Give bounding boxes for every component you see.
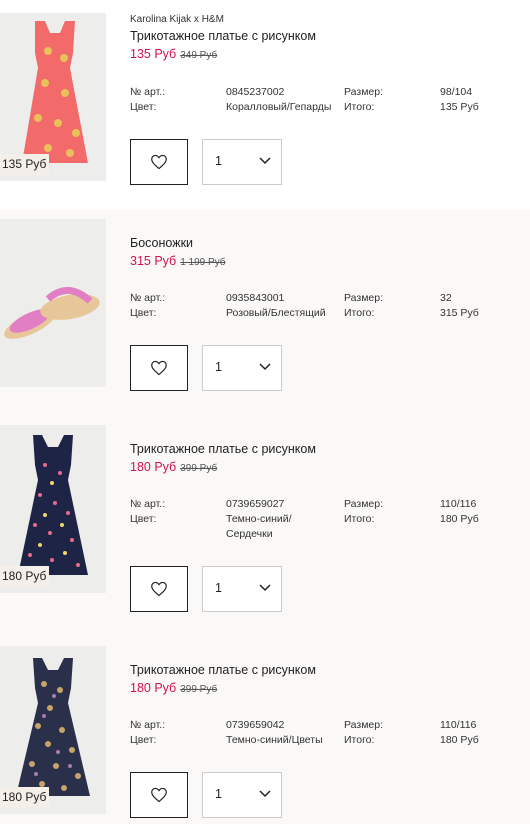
total-label: Итого: xyxy=(344,513,375,525)
size-label: Размер: xyxy=(344,498,384,510)
favorite-button[interactable] xyxy=(130,566,188,612)
article-label: № арт.: xyxy=(130,86,166,98)
quantity-value: 1 xyxy=(215,581,222,595)
brand-name: Karolina Kijak x H&M xyxy=(130,14,224,25)
quantity-select[interactable]: 1 xyxy=(202,772,282,818)
price-block: 135 Руб 349 Руб xyxy=(130,47,530,61)
cart-item: 180 Руб Трикотажное платье с рисунком 18… xyxy=(0,636,530,824)
old-price: 349 Руб xyxy=(180,50,218,61)
article-value: 0845237002 xyxy=(226,86,285,98)
size-value: 32 xyxy=(440,292,452,304)
sale-price: 315 Руб xyxy=(130,254,177,268)
color-label: Цвет: xyxy=(130,513,157,525)
old-price: 1 199 Руб xyxy=(180,257,226,268)
total-value: 180 Руб xyxy=(440,513,479,525)
heart-icon xyxy=(151,360,167,376)
price-block: 180 Руб 399 Руб xyxy=(130,681,530,695)
color-value-line2: Сердечки xyxy=(226,528,273,540)
sale-price: 180 Руб xyxy=(130,681,177,695)
chevron-down-icon xyxy=(259,157,271,165)
article-label: № арт.: xyxy=(130,498,166,510)
quantity-select[interactable]: 1 xyxy=(202,566,282,612)
color-value: Коралловый/Гепарды xyxy=(226,101,332,113)
sale-price: 135 Руб xyxy=(130,47,177,61)
total-label: Итого: xyxy=(344,734,375,746)
thumb-price-label: 135 Руб xyxy=(0,154,50,175)
article-value: 0739659042 xyxy=(226,719,285,731)
old-price: 399 Руб xyxy=(180,684,218,695)
thumb-price-label: 180 Руб xyxy=(0,566,50,587)
quantity-value: 1 xyxy=(215,154,222,168)
price-block: 180 Руб 399 Руб xyxy=(130,460,530,474)
favorite-button[interactable] xyxy=(130,139,188,185)
color-value: Розовый/Блестящий xyxy=(226,307,326,319)
heart-icon xyxy=(151,787,167,803)
color-label: Цвет: xyxy=(130,101,157,113)
color-value: Темно-синий/Цветы xyxy=(226,734,323,746)
old-price: 399 Руб xyxy=(180,463,218,474)
cart-item: Босоножки 315 Руб 1 199 Руб № арт.: Цвет:… xyxy=(0,210,530,416)
favorite-button[interactable] xyxy=(130,345,188,391)
price-block: 315 Руб 1 199 Руб xyxy=(130,254,530,268)
product-title[interactable]: Трикотажное платье с рисунком xyxy=(130,442,530,456)
color-label: Цвет: xyxy=(130,734,157,746)
quantity-select[interactable]: 1 xyxy=(202,345,282,391)
color-value: Темно-синий/ xyxy=(226,513,292,525)
chevron-down-icon xyxy=(259,790,271,798)
product-image[interactable] xyxy=(0,219,106,387)
chevron-down-icon xyxy=(259,363,271,371)
quantity-value: 1 xyxy=(215,360,222,374)
product-title[interactable]: Трикотажное платье с рисунком xyxy=(130,663,530,677)
favorite-button[interactable] xyxy=(130,772,188,818)
sandals-image xyxy=(4,287,100,339)
size-value: 98/104 xyxy=(440,86,473,98)
quantity-value: 1 xyxy=(215,787,222,801)
color-label: Цвет: xyxy=(130,307,157,319)
total-label: Итого: xyxy=(344,101,375,113)
total-value: 135 Руб xyxy=(440,101,479,113)
chevron-down-icon xyxy=(259,584,271,592)
product-title[interactable]: Босоножки xyxy=(130,236,530,250)
article-label: № арт.: xyxy=(130,719,166,731)
article-label: № арт.: xyxy=(130,292,166,304)
product-image[interactable]: 180 Руб xyxy=(0,425,106,593)
size-value: 110/116 xyxy=(440,719,477,731)
cart-item: 180 Руб Трикотажное платье с рисунком 18… xyxy=(0,416,530,636)
size-value: 110/116 xyxy=(440,498,477,510)
quantity-select[interactable]: 1 xyxy=(202,139,282,185)
total-value: 180 Руб xyxy=(440,734,479,746)
total-value: 315 Руб xyxy=(440,307,479,319)
cart-item: 135 Руб Karolina Kijak x H&M Трикотажное… xyxy=(0,0,530,210)
thumb-price-label: 180 Руб xyxy=(0,787,50,808)
size-label: Размер: xyxy=(344,86,384,98)
article-value: 0935843001 xyxy=(226,292,285,304)
size-label: Размер: xyxy=(344,292,384,304)
article-value: 0739659027 xyxy=(226,498,285,510)
total-label: Итого: xyxy=(344,307,375,319)
product-image[interactable]: 135 Руб xyxy=(0,13,106,181)
product-title[interactable]: Трикотажное платье с рисунком xyxy=(130,29,530,43)
product-image[interactable]: 180 Руб xyxy=(0,646,106,814)
sale-price: 180 Руб xyxy=(130,460,177,474)
size-label: Размер: xyxy=(344,719,384,731)
heart-icon xyxy=(151,154,167,170)
heart-icon xyxy=(151,581,167,597)
